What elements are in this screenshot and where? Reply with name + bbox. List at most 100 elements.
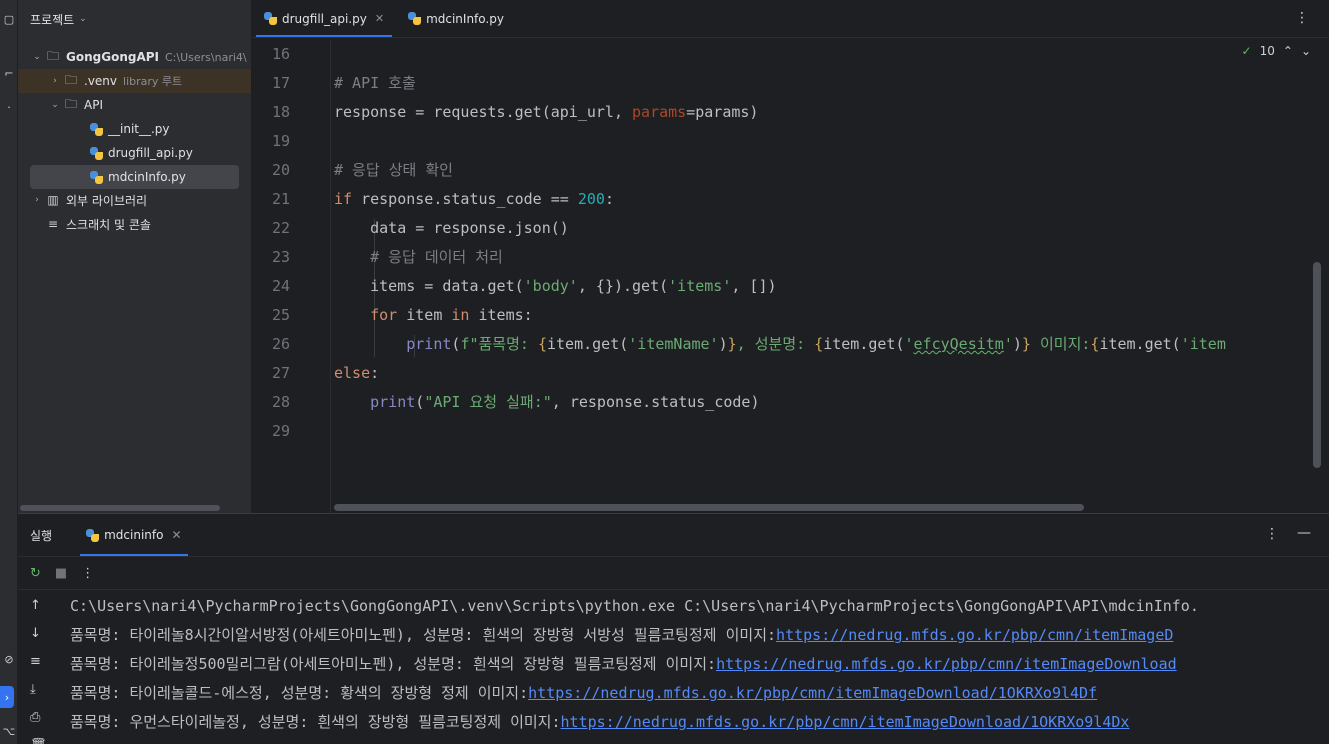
tree-item-label: 스크래치 및 콘솔 [66, 217, 151, 232]
code-token: ) [718, 335, 728, 353]
tree-item-label: __init__.py [108, 122, 170, 136]
image-link[interactable]: https://nedrug.mfds.go.kr/pbp/cmn/itemIm… [716, 655, 1177, 673]
tab-label: mdcinInfo.py [426, 11, 504, 26]
run-tab-mdcininfo[interactable]: mdcininfo ✕ [80, 514, 188, 556]
trash-icon[interactable]: 🗑 [30, 738, 47, 744]
terminal-icon[interactable]: ⌥ [0, 720, 18, 742]
chevron-down-icon[interactable]: ⌄ [30, 52, 44, 62]
line-number: 17 [271, 74, 290, 92]
code-line-18: response = requests.get(api_url, params=… [334, 98, 758, 127]
arrow-up-icon[interactable]: ↑ [30, 598, 41, 613]
tool-strip: ▢ ⌐ · ⊘ › ⌥ [0, 0, 18, 744]
rerun-icon[interactable]: ↻ [30, 566, 41, 581]
line-number: 29 [271, 422, 290, 440]
image-link[interactable]: https://nedrug.mfds.go.kr/pbp/cmn/itemIm… [528, 684, 1097, 702]
tree-item-external-libraries[interactable]: › ▥ 외부 라이브러리 [18, 188, 251, 212]
chevron-right-icon[interactable]: › [30, 195, 44, 205]
chevron-down-icon[interactable]: ⌄ [48, 100, 62, 110]
chevron-up-icon[interactable]: ⌃ [1283, 44, 1293, 58]
editor-vertical-scrollbar[interactable] [1313, 262, 1321, 468]
code-token: , response.status_code) [551, 393, 760, 411]
code-token: response.status_code == [352, 190, 578, 208]
code-string: ' [904, 335, 914, 353]
scroll-to-end-icon[interactable]: ⤓ [30, 682, 36, 697]
print-icon[interactable]: ⎙ [30, 710, 40, 725]
code-comment: # 응답 데이터 처리 [334, 248, 503, 266]
close-icon[interactable]: ✕ [375, 12, 384, 25]
code-token: item.get( [823, 335, 905, 353]
project-panel: 프로젝트 ⌄ ⌄ 🗀 GongGongAPI C:\Users\nari4\ ›… [18, 0, 251, 513]
tree-item-root[interactable]: ⌄ 🗀 GongGongAPI C:\Users\nari4\ [18, 45, 251, 69]
line-number: 24 [271, 277, 290, 295]
services-icon[interactable]: ⊘ [0, 648, 18, 670]
scratches-icon: ≡ [47, 217, 59, 231]
code-token: , []) [731, 277, 777, 295]
code-token: , {}).get( [577, 277, 669, 295]
code-token: items = data.get( [334, 277, 524, 295]
code-string-typo: efcyQesitm [913, 335, 1004, 353]
close-icon[interactable]: ✕ [171, 528, 181, 542]
soft-wrap-icon[interactable]: ≡ [30, 654, 41, 669]
inspection-count: 10 [1259, 44, 1275, 58]
code-token: ( [415, 393, 425, 411]
more-tools-icon[interactable]: · [0, 96, 18, 118]
line-number: 23 [271, 248, 290, 266]
code-line-21: if response.status_code == 200: [334, 185, 614, 214]
code-string: 'itemName' [628, 335, 719, 353]
code-keyword: if [334, 190, 353, 208]
code-line-28: print("API 요청 실패:", response.status_code… [334, 388, 759, 417]
code-line-17: # API 호출 [334, 69, 416, 98]
more-vertical-icon[interactable]: ⋮ [1295, 10, 1309, 26]
project-view-icon[interactable]: ▢ [0, 8, 18, 30]
tree-item-mdcininfo[interactable]: mdcinInfo.py [30, 165, 239, 189]
code-string: "API 요청 실패:" [424, 393, 552, 411]
stop-icon[interactable]: ■ [55, 566, 67, 581]
code-string: 'body' [523, 277, 578, 295]
tree-item-label: .venv [84, 74, 118, 88]
code-line-22: data = response.json() [334, 214, 569, 243]
check-icon: ✓ [1241, 44, 1252, 58]
code-token: item.get( [547, 335, 629, 353]
code-token: =params) [686, 103, 759, 121]
code-token: ) [1012, 335, 1022, 353]
tree-item-drugfill[interactable]: drugfill_api.py [18, 141, 251, 165]
tree-item-label: 외부 라이브러리 [66, 193, 148, 208]
run-panel: 실행 mdcininfo ✕ ⋮ — ↻ ■ ⋮ ↑ ↓ ≡ ⤓ ⎙ 🗑 C:\… [18, 513, 1329, 744]
tree-item-api[interactable]: ⌄ 🗀 API [18, 93, 251, 117]
run-tool-icon[interactable]: › [0, 686, 14, 708]
editor-horizontal-scrollbar[interactable] [334, 504, 1084, 511]
editor: drugfill_api.py ✕ mdcinInfo.py ⋮ ✓ 10 ⌃ … [251, 0, 1329, 513]
more-vertical-icon[interactable]: ⋮ [81, 566, 94, 581]
code-token: response = requests.get(api_url, [334, 103, 633, 121]
console-line: 품목명: 우먼스타이레놀정, 성분명: 흰색의 장방형 필름코팅정제 이미지:h… [70, 708, 1129, 737]
tree-item-init[interactable]: __init__.py [18, 117, 251, 141]
tab-drugfill-api[interactable]: drugfill_api.py ✕ [252, 0, 396, 37]
tree-item-venv[interactable]: › 🗀 .venv library 루트 [18, 69, 251, 93]
code-string: f"품목명: [460, 335, 538, 353]
code-token: item [397, 306, 452, 324]
chevron-down-icon[interactable]: ⌄ [1301, 44, 1311, 58]
image-link[interactable]: https://nedrug.mfds.go.kr/pbp/cmn/itemIm… [776, 626, 1173, 644]
code-comment: # 응답 상태 확인 [334, 161, 453, 179]
run-toolbar: ↻ ■ ⋮ [18, 556, 1329, 590]
code-param: params [632, 103, 687, 121]
code-string: 이미지: [1030, 335, 1091, 353]
project-horizontal-scrollbar[interactable] [20, 505, 220, 511]
tree-item-scratches[interactable]: ≡ 스크래치 및 콘솔 [18, 212, 251, 236]
image-link[interactable]: https://nedrug.mfds.go.kr/pbp/cmn/itemIm… [561, 713, 1130, 731]
tab-mdcininfo[interactable]: mdcinInfo.py [396, 0, 516, 37]
tree-item-label: GongGongAPI [66, 50, 159, 64]
tree-item-label: mdcinInfo.py [108, 170, 186, 184]
project-header[interactable]: 프로젝트 ⌄ [18, 0, 251, 38]
line-number: 18 [271, 103, 290, 121]
more-vertical-icon[interactable]: ⋮ [1265, 526, 1279, 542]
console-text: 품목명: 타이레놀콜드-에스정, 성분명: 황색의 장방형 정제 이미지: [70, 684, 529, 702]
chevron-down-icon[interactable]: ⌄ [79, 14, 87, 24]
code-number: 200 [577, 190, 605, 208]
chevron-right-icon[interactable]: › [48, 76, 62, 86]
minimize-icon[interactable]: — [1297, 525, 1311, 541]
arrow-down-icon[interactable]: ↓ [30, 626, 41, 641]
inspection-widget[interactable]: ✓ 10 ⌃ ⌄ [1242, 44, 1311, 58]
commit-icon[interactable]: ⌐ [0, 62, 18, 84]
code-token: : [370, 364, 380, 382]
